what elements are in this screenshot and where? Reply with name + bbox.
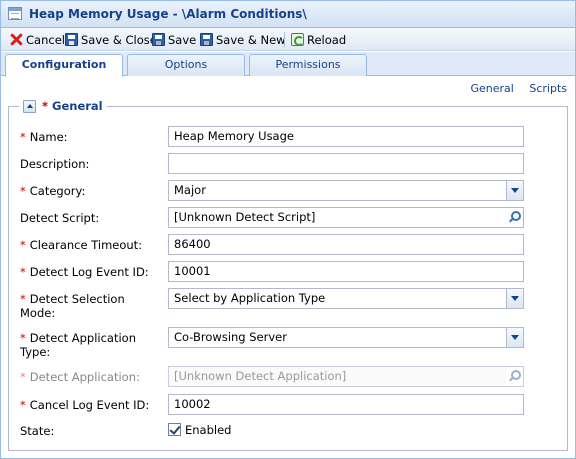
cancel-log-event-id-field[interactable]: 10002 (168, 394, 524, 415)
detect-application-type-select[interactable]: Co-Browsing Server (168, 327, 524, 348)
tab-permissions[interactable]: Permissions (249, 54, 367, 76)
tab-options[interactable]: Options (127, 54, 245, 76)
description-field[interactable] (168, 153, 524, 174)
search-icon (506, 367, 523, 386)
cancel-log-event-id-label: * Cancel Log Event ID: (20, 398, 150, 412)
tab-configuration[interactable]: Configuration (5, 54, 123, 77)
required-marker: * (42, 99, 49, 113)
reload-label: Reload (307, 32, 347, 47)
cancel-button[interactable]: Cancel (10, 31, 65, 48)
save-new-button[interactable]: Save & New (200, 31, 286, 48)
state-label: State: (20, 424, 55, 438)
save-close-button[interactable]: Save & Close (65, 31, 157, 48)
clearance-timeout-field[interactable]: 86400 (168, 234, 524, 255)
detect-application-type-label: * Detect Application Type: (20, 331, 137, 359)
category-label: * Category: (20, 184, 86, 198)
tab-strip: Configuration Options Permissions (1, 52, 575, 77)
save-label: Save (168, 32, 197, 47)
title-bar: Heap Memory Usage - \Alarm Conditions\ (1, 1, 575, 28)
detect-selection-mode-select[interactable]: Select by Application Type (168, 288, 524, 309)
section-title: General (52, 99, 103, 113)
detect-script-label: Detect Script: (20, 211, 100, 225)
toolbar-separator (284, 32, 285, 47)
alarm-condition-window: Heap Memory Usage - \Alarm Conditions\ C… (0, 0, 576, 459)
category-value: Major (174, 183, 206, 197)
window-title: Heap Memory Usage - \Alarm Conditions\ (29, 7, 307, 21)
save-new-label: Save & New (216, 32, 286, 47)
save-close-icon (65, 33, 78, 46)
name-label: * Name: (20, 130, 68, 144)
general-legend: * General (19, 99, 107, 113)
category-select[interactable]: Major (168, 180, 524, 201)
save-new-icon (200, 33, 213, 46)
detect-log-event-id-label: * Detect Log Event ID: (20, 265, 149, 279)
detect-log-event-id-field[interactable]: 10001 (168, 261, 524, 282)
section-links: General Scripts (459, 82, 568, 95)
detect-application-field: [Unknown Detect Application] (168, 366, 524, 387)
detect-application-value: [Unknown Detect Application] (174, 369, 347, 383)
save-button[interactable]: Save (152, 31, 196, 48)
save-close-label: Save & Close (81, 32, 157, 47)
search-icon[interactable] (506, 208, 523, 227)
detect-application-type-value: Co-Browsing Server (174, 330, 287, 344)
description-label: Description: (20, 157, 90, 171)
scripts-link[interactable]: Scripts (529, 82, 567, 95)
enabled-checkbox-label[interactable]: Enabled (185, 423, 231, 437)
detect-script-value: [Unknown Detect Script] (174, 210, 316, 224)
collapse-icon[interactable] (23, 99, 36, 113)
clearance-timeout-label: * Clearance Timeout: (20, 238, 143, 252)
detect-script-field[interactable]: [Unknown Detect Script] (168, 207, 524, 228)
reload-button[interactable]: Reload (291, 31, 346, 48)
cancel-label: Cancel (26, 32, 65, 47)
enabled-checkbox[interactable] (168, 423, 181, 436)
chevron-down-icon[interactable] (506, 328, 523, 347)
chevron-down-icon[interactable] (506, 181, 523, 200)
chevron-down-icon[interactable] (506, 289, 523, 308)
detect-selection-mode-label: * Detect Selection Mode: (20, 292, 125, 320)
detect-selection-mode-value: Select by Application Type (174, 291, 326, 305)
name-field[interactable]: Heap Memory Usage (168, 126, 524, 147)
window-icon (8, 7, 22, 20)
reload-icon (291, 33, 304, 46)
toolbar: Cancel Save & Close Save Save & New Relo… (1, 28, 575, 51)
detect-application-label: * Detect Application: (20, 370, 140, 384)
general-link[interactable]: General (471, 82, 514, 95)
save-icon (152, 33, 165, 46)
close-icon (10, 33, 23, 46)
